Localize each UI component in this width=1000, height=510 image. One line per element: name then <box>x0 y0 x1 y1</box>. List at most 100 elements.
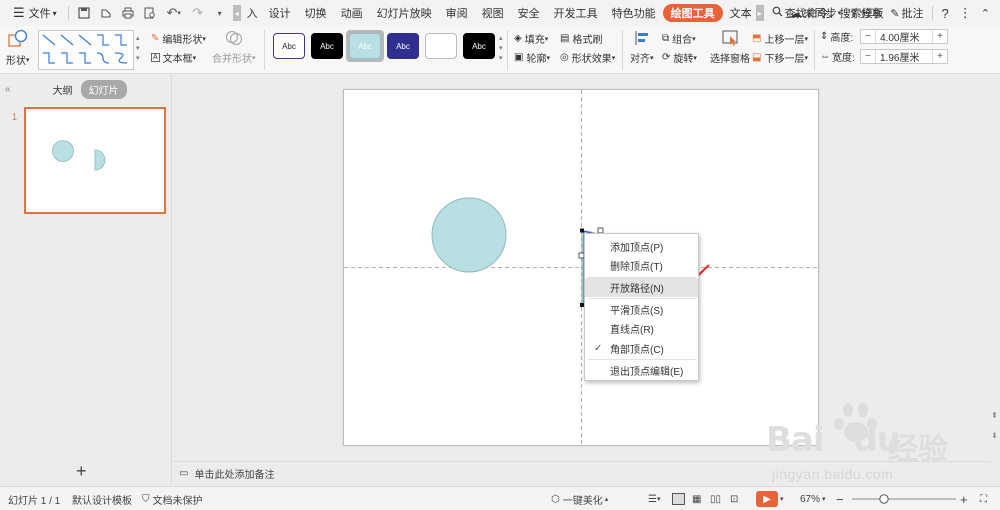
menu-item-straight-point[interactable]: 直线点(R) <box>585 319 698 338</box>
fit-window-icon[interactable]: ⛶ <box>980 487 987 510</box>
brush-icon: ▤ <box>560 33 570 44</box>
shape-style-6[interactable]: Abc <box>463 33 495 59</box>
shape-style-1[interactable]: Abc <box>273 33 305 59</box>
comment-button[interactable]: ✎ 批注 <box>886 0 927 26</box>
tab-outline[interactable]: 大纲 <box>45 80 81 99</box>
tab-scroll-right-icon[interactable]: ▸ <box>755 5 764 21</box>
scroll-up-icon[interactable]: ⇞ <box>991 411 998 420</box>
zoom-in-icon[interactable]: + <box>960 487 968 510</box>
rotate-button[interactable]: ⟳ 旋转 ▾ <box>662 50 697 65</box>
menu-item-corner-vertex[interactable]: ✓ 角部顶点(C) <box>585 339 698 358</box>
redo-icon[interactable]: ↷ <box>187 2 209 24</box>
hamburger-icon: ☰ <box>13 5 25 20</box>
slide[interactable] <box>343 89 820 447</box>
width-icon: ⇔ <box>820 51 830 62</box>
vertical-scrollbar[interactable]: ⇞ ⇟ <box>990 75 1000 461</box>
tab-scroll-left-icon[interactable]: ◂ <box>232 5 241 21</box>
tab-text[interactable]: 文本 <box>723 0 754 26</box>
minus-icon[interactable]: − <box>861 31 875 42</box>
more-icon[interactable]: ▾ <box>209 2 231 24</box>
more-options-icon[interactable]: ⋮ <box>954 0 977 26</box>
tab-slideshow[interactable]: 幻灯片放映 <box>370 0 439 26</box>
save-icon[interactable] <box>73 2 95 24</box>
shape-gallery[interactable] <box>38 30 134 70</box>
help-button[interactable]: ? <box>937 0 954 26</box>
file-menu[interactable]: ☰ 文件 ▾ <box>6 0 64 26</box>
collapse-panel-icon[interactable]: « <box>5 84 11 95</box>
zoom-out-icon[interactable]: − <box>836 487 844 510</box>
add-slide-button[interactable]: + <box>76 461 87 482</box>
shape-style-3-inner[interactable]: Abc <box>349 33 381 59</box>
send-backward-button[interactable]: ⬓ 下移一层 ▾ <box>752 50 808 65</box>
align-button[interactable]: 对齐 ▾ <box>630 29 654 65</box>
vertex-point[interactable] <box>580 228 584 233</box>
menu-item-label: 添加顶点(P) <box>610 243 664 254</box>
plus-icon[interactable]: + <box>933 51 947 62</box>
height-stepper[interactable]: − 4.00厘米 + <box>860 29 948 44</box>
menu-item-smooth-vertex[interactable]: 平滑顶点(S) <box>585 300 698 319</box>
group-button[interactable]: ⧉ 组合 ▾ <box>662 31 696 46</box>
menu-item-open-path[interactable]: 开放路径(N) <box>585 278 698 297</box>
width-stepper[interactable]: − 1.96厘米 + <box>860 49 948 64</box>
notes-toggle-icon[interactable]: ☰ ▾ <box>648 487 660 510</box>
tab-features[interactable]: 特色功能 <box>605 0 663 26</box>
plus-icon[interactable]: + <box>933 31 947 42</box>
menu-item-delete-vertex[interactable]: 删除顶点(T) <box>585 256 698 275</box>
preview-icon[interactable] <box>139 2 161 24</box>
shape-effect-button[interactable]: ◎ 形状效果 ▾ <box>560 50 615 65</box>
shape-style-5[interactable] <box>425 33 457 59</box>
shape-button[interactable]: 形状 ▾ <box>6 29 30 67</box>
merge-shape-button[interactable]: 合并形状 ▾ <box>212 29 256 65</box>
watermark-brand-text: Bai <box>766 420 825 460</box>
normal-view-icon[interactable] <box>672 487 685 510</box>
fill-button[interactable]: ◈ 填充 ▾ <box>514 31 548 46</box>
gallery-expand-icon[interactable]: ▴ ▾ ▾ <box>136 34 140 64</box>
zoom-slider[interactable] <box>850 487 958 510</box>
protection-status[interactable]: ⛉ 文档未保护 <box>142 487 203 510</box>
tab-slides[interactable]: 幻灯片 <box>80 79 127 99</box>
height-value[interactable]: 4.00厘米 <box>875 30 933 44</box>
slide-sorter-icon[interactable]: ▦ <box>692 487 701 510</box>
tab-animation[interactable]: 动画 <box>334 0 370 26</box>
beautify-button[interactable]: ⬡ 一键美化 ▴ <box>551 487 608 510</box>
play-button[interactable]: ▶ ▾ <box>756 487 784 510</box>
tab-view[interactable]: 视图 <box>475 0 511 26</box>
tab-security[interactable]: 安全 <box>511 0 547 26</box>
shape-style-4[interactable]: Abc <box>387 33 419 59</box>
tab-design[interactable]: 设计 <box>262 0 298 26</box>
tab-transition[interactable]: 切换 <box>298 0 334 26</box>
outline-button[interactable]: ▣ 轮廓 ▾ <box>514 50 550 65</box>
height-icon: ⇕ <box>820 31 829 42</box>
shape-style-2[interactable]: Abc <box>311 33 343 59</box>
cube-icon: ⬡ <box>551 493 560 505</box>
scroll-down-icon[interactable]: ⇟ <box>991 431 998 440</box>
tab-insert[interactable]: 入 <box>243 0 262 26</box>
tab-drawing-tools[interactable]: 绘图工具 <box>662 4 723 22</box>
collapse-ribbon-icon[interactable]: ⌃ <box>977 0 994 26</box>
zoom-level[interactable]: 67% ▾ <box>800 487 826 510</box>
style-gallery-expand-icon[interactable]: ▴ ▾ ▾ <box>499 34 503 64</box>
sync-button[interactable]: ☁ 未同步 ▾ <box>787 0 846 26</box>
circle-shape[interactable] <box>431 197 507 273</box>
notes-view-icon[interactable]: ⊡ <box>730 487 738 510</box>
print-icon[interactable] <box>117 2 139 24</box>
format-brush-button[interactable]: ▤ 格式刷 <box>560 31 602 46</box>
menu-item-add-vertex[interactable]: 添加顶点(P) <box>585 237 698 256</box>
minus-icon[interactable]: − <box>861 51 875 62</box>
menu-item-exit-vertex-edit[interactable]: 退出顶点编辑(E) <box>585 361 698 380</box>
sync-label: 未同步 <box>803 8 837 20</box>
chevron-down-icon: ▾ <box>546 54 550 62</box>
width-value[interactable]: 1.96厘米 <box>875 50 933 64</box>
share-button[interactable]: ⇪ 分享 <box>845 0 886 26</box>
template-name[interactable]: 默认设计模板 <box>72 487 132 510</box>
undo-icon[interactable]: ↶ ▾ <box>161 2 187 24</box>
export-icon[interactable] <box>95 2 117 24</box>
tab-developer[interactable]: 开发工具 <box>547 0 605 26</box>
slide-thumbnail[interactable] <box>24 107 166 214</box>
reading-view-icon[interactable]: ▯▯ <box>710 487 721 510</box>
textbox-button[interactable]: A 文本框 ▾ <box>151 50 196 65</box>
edit-shape-button[interactable]: ✎ 编辑形状 ▾ <box>151 31 206 46</box>
tab-review[interactable]: 审阅 <box>439 0 475 26</box>
bring-forward-button[interactable]: ⬒ 上移一层 ▾ <box>752 31 808 46</box>
selection-pane-button[interactable]: 选择窗格 <box>710 29 750 65</box>
